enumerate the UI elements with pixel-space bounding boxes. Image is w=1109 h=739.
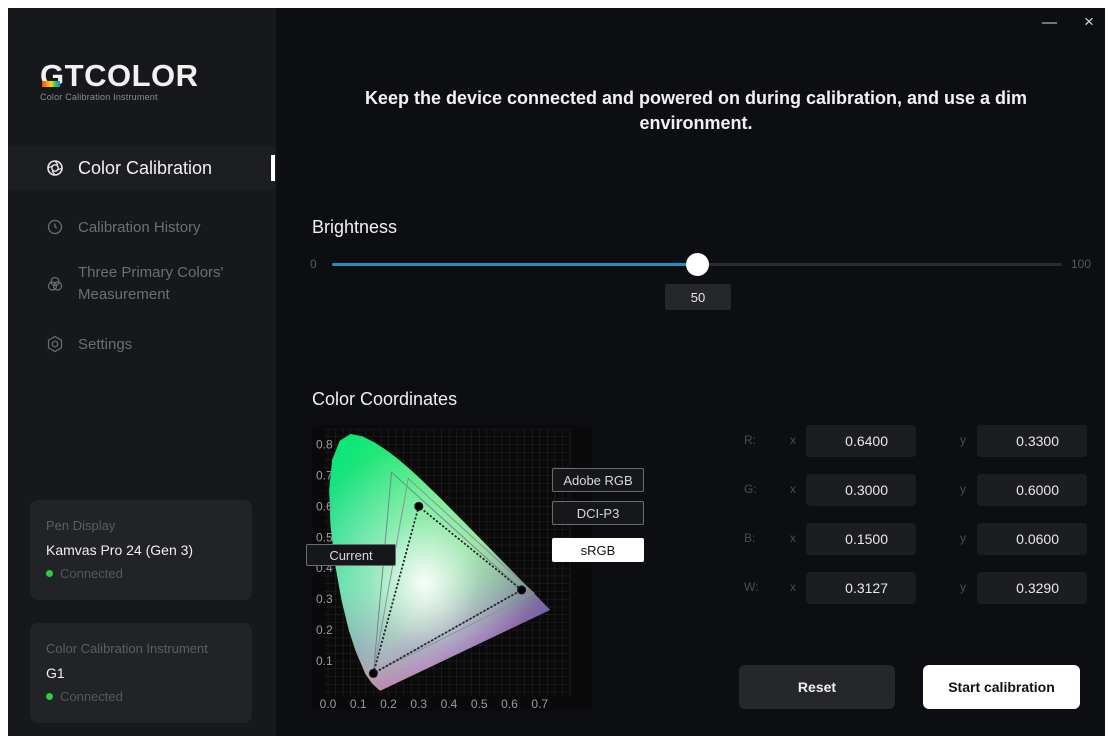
y-tick-label: 0.1 [316, 654, 333, 668]
pen-display-card: Pen Display Kamvas Pro 24 (Gen 3) Connec… [30, 500, 252, 600]
instruction-text: Keep the device connected and powered on… [364, 88, 1028, 133]
x-value-field[interactable]: 0.3000 [806, 474, 916, 506]
legend-adobe-rgb[interactable]: Adobe RGB [552, 468, 644, 492]
sidebar-item-label: Color Calibration [78, 157, 213, 178]
main-panel: — × Keep the device connected and powere… [276, 8, 1105, 736]
y-label: y [960, 482, 966, 496]
brand-main: COLOR [84, 58, 199, 93]
y-label: y [960, 433, 966, 447]
y-value-field[interactable]: 0.3290 [977, 572, 1087, 604]
x-label: x [790, 580, 796, 594]
y-label: y [960, 580, 966, 594]
slider-max-label: 100 [1071, 257, 1092, 271]
instrument-name: G1 [46, 665, 65, 681]
x-value-field[interactable]: 0.3127 [806, 572, 916, 604]
logo: GT COLOR Color Calibration Instrument [40, 60, 199, 103]
y-tick-label: 0.2 [316, 623, 333, 637]
y-tick-label: 0.3 [316, 592, 333, 606]
slider-fill [332, 263, 697, 266]
y-tick-label: 0.6 [316, 499, 333, 513]
instrument-card: Color Calibration Instrument G1 Connecte… [30, 623, 252, 723]
sidebar-item-label: Three Primary Colors' Measurement [78, 264, 224, 303]
y-value-field[interactable]: 0.0600 [977, 523, 1087, 555]
device-type-label: Pen Display [46, 518, 116, 533]
instrument-status: Connected [46, 689, 123, 704]
brightness-value: 50 [665, 284, 731, 310]
x-tick-label: 0.6 [501, 697, 518, 711]
minimize-button[interactable]: — [1042, 14, 1057, 31]
reset-button[interactable]: Reset [739, 665, 895, 709]
y-value-field[interactable]: 0.6000 [977, 474, 1087, 506]
sidebar-item-calibration-history[interactable]: Calibration History [8, 215, 276, 239]
coord-row-label: B: [744, 531, 756, 545]
x-tick-label: 0.5 [471, 697, 488, 711]
brightness-title: Brightness [312, 217, 398, 237]
app-window: GT COLOR Color Calibration Instrument Col… [8, 8, 1105, 736]
coordinates-title: Color Coordinates [312, 389, 458, 409]
device-status: Connected [46, 566, 123, 581]
brightness-slider[interactable] [332, 253, 1062, 276]
x-value-field[interactable]: 0.6400 [806, 425, 916, 457]
y-tick-label: 0.5 [316, 530, 333, 544]
gamut-vertex-point [414, 501, 424, 511]
start-calibration-button[interactable]: Start calibration [923, 665, 1080, 709]
x-label: x [790, 433, 796, 447]
sidebar-item-settings[interactable]: Settings [8, 332, 276, 356]
x-tick-label: 0.1 [350, 697, 367, 711]
legend-current[interactable]: Current [306, 544, 396, 566]
coord-row-label: W: [744, 580, 759, 594]
x-label: x [790, 482, 796, 496]
slider-min-label: 0 [310, 257, 317, 271]
x-tick-label: 0.0 [320, 697, 337, 711]
x-label: x [790, 531, 796, 545]
brand-prefix: GT [40, 58, 85, 93]
y-tick-label: 0.7 [316, 468, 333, 482]
y-tick-label: 0.8 [316, 437, 333, 451]
rgb-circles-icon [46, 275, 64, 293]
sidebar: GT COLOR Color Calibration Instrument Col… [8, 8, 276, 736]
brand-logo: GT COLOR [40, 60, 199, 92]
status-dot [46, 570, 53, 577]
y-label: y [960, 531, 966, 545]
coord-row-label: G: [744, 482, 757, 496]
brand-subtitle: Color Calibration Instrument [40, 92, 158, 102]
slider-thumb[interactable] [686, 253, 709, 276]
coord-row-label: R: [744, 433, 756, 447]
close-button[interactable]: × [1084, 12, 1094, 32]
cie-chart-svg: 0.0 0.1 0.2 0.3 0.4 0.5 0.6 0.70.10.20.30.40.50… [316, 428, 571, 711]
status-dot [46, 693, 53, 700]
sidebar-item-three-primary-colors[interactable]: Three Primary Colors' Measurement [8, 262, 276, 306]
sidebar-item-label: Settings [78, 335, 133, 353]
x-tick-label: 0.4 [441, 697, 458, 711]
legend-dci-p3[interactable]: DCI-P3 [552, 501, 644, 525]
instrument-type-label: Color Calibration Instrument [46, 641, 208, 656]
x-value-field[interactable]: 0.1500 [806, 523, 916, 555]
gamut-vertex-point [368, 668, 378, 678]
aperture-icon [46, 159, 64, 177]
clock-icon [46, 218, 64, 236]
y-value-field[interactable]: 0.3300 [977, 425, 1087, 457]
active-indicator [271, 155, 275, 181]
cie-chart: 0.0 0.1 0.2 0.3 0.4 0.5 0.6 0.7 0.1 0.2 0.3 0.4 0.5 0… [312, 425, 592, 711]
x-tick-label: 0.7 [531, 697, 548, 711]
gear-icon [46, 335, 64, 353]
x-tick-label: 0.2 [380, 697, 397, 711]
x-tick-label: 0.3 [410, 697, 427, 711]
sidebar-item-label: Calibration History [78, 218, 201, 236]
gamut-vertex-point [517, 585, 527, 595]
device-name: Kamvas Pro 24 (Gen 3) [46, 542, 194, 558]
legend-srgb[interactable]: sRGB [552, 538, 644, 562]
sidebar-item-color-calibration[interactable]: Color Calibration [8, 146, 276, 190]
